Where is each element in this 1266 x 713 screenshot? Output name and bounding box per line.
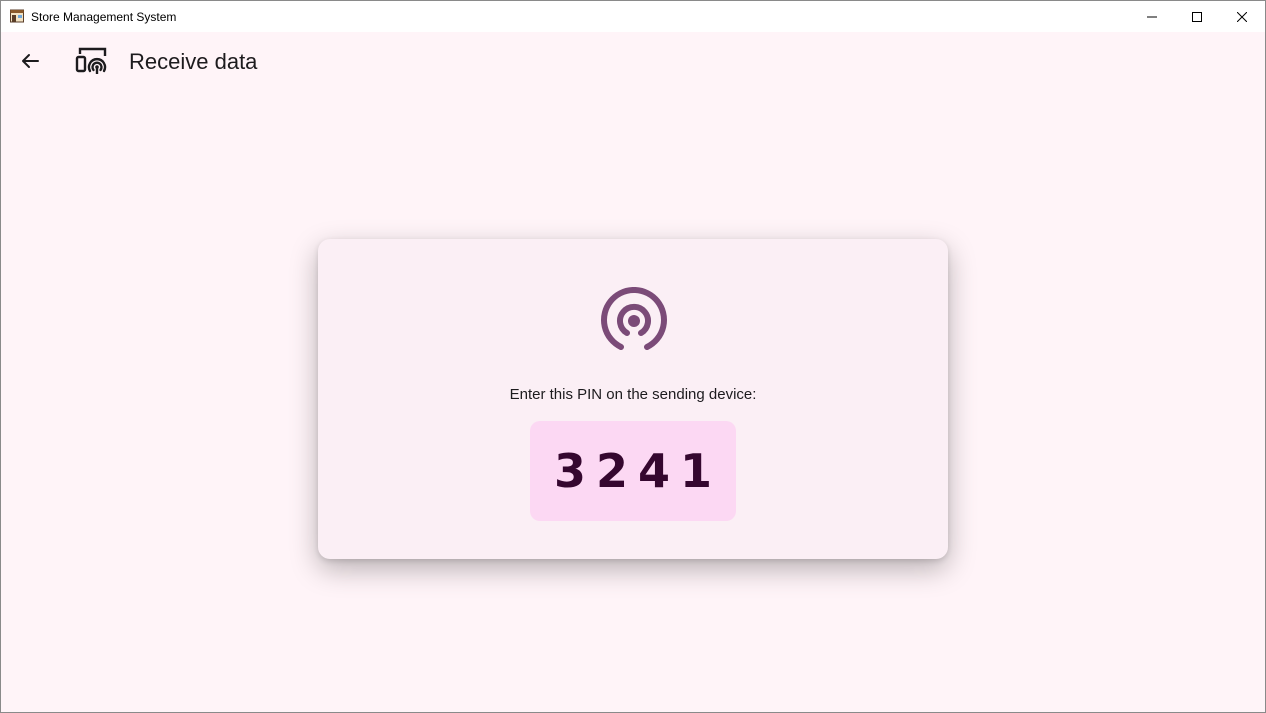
app-window: Store Management System Receive data Ent… xyxy=(0,0,1266,713)
title-bar[interactable]: Store Management System xyxy=(1,1,1265,32)
minimize-icon xyxy=(1147,16,1157,17)
back-button[interactable] xyxy=(11,42,49,80)
page-title: Receive data xyxy=(129,49,258,74)
maximize-button[interactable] xyxy=(1174,1,1220,32)
maximize-icon xyxy=(1192,11,1202,22)
app-bar: Receive data xyxy=(1,32,1265,90)
pin-card: Enter this PIN on the sending device: 32… xyxy=(318,239,948,559)
devices-wifi-icon xyxy=(75,47,107,74)
store-app-icon xyxy=(10,9,24,23)
pin-instruction: Enter this PIN on the sending device: xyxy=(509,386,757,403)
close-button[interactable] xyxy=(1219,1,1265,32)
pin-display: 3241 xyxy=(530,421,736,521)
arrow-back-icon xyxy=(22,54,39,68)
pin-code: 3241 xyxy=(553,444,723,498)
close-icon xyxy=(1237,11,1247,22)
broadcast-icon xyxy=(601,287,667,350)
minimize-button[interactable] xyxy=(1129,1,1175,32)
window-title: Store Management System xyxy=(31,10,177,24)
